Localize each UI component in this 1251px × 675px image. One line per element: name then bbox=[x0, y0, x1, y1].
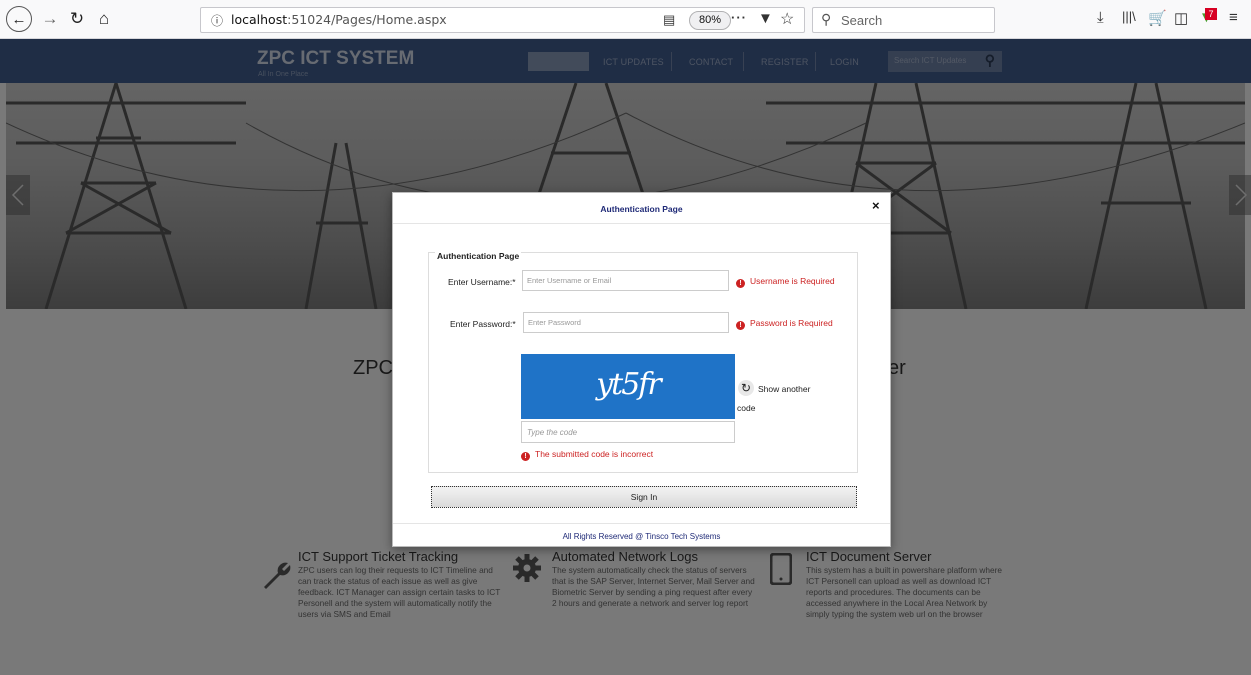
footer-text: All Rights Reserved @ Tinsco Tech System… bbox=[562, 532, 721, 541]
more-icon[interactable]: ··· bbox=[731, 10, 747, 25]
authentication-modal: Authentication Page × Authentication Pag… bbox=[392, 192, 891, 547]
cart-icon[interactable]: 🛒 bbox=[1148, 9, 1167, 27]
sidebar-icon[interactable]: ◫ bbox=[1174, 9, 1188, 27]
show-another-code-link[interactable]: Show another bbox=[758, 384, 810, 394]
address-bar[interactable]: ⓘ localhost:51024/Pages/Home.aspx ▤ 80% … bbox=[200, 7, 805, 33]
modal-footer: All Rights Reserved @ Tinsco Tech System… bbox=[393, 523, 890, 547]
username-error: ! Username is Required bbox=[736, 276, 835, 288]
zoom-level[interactable]: 80% bbox=[689, 11, 732, 30]
captcha-image: yt5fr bbox=[521, 354, 735, 419]
menu-icon[interactable]: ≡ bbox=[1229, 9, 1238, 26]
password-error-text: Password is Required bbox=[750, 318, 833, 328]
url-path: :51024/Pages/Home.aspx bbox=[287, 12, 447, 27]
refresh-icon[interactable]: ↻ bbox=[738, 380, 754, 396]
info-icon[interactable]: ⓘ bbox=[211, 12, 223, 29]
captcha-code-field[interactable]: Type the code bbox=[521, 421, 735, 443]
username-field[interactable]: Enter Username or Email bbox=[522, 270, 729, 291]
search-icon: ⚲ bbox=[821, 11, 832, 27]
reader-icon[interactable]: ▤ bbox=[663, 12, 675, 28]
url-host: localhost bbox=[231, 12, 288, 27]
modal-header: Authentication Page × bbox=[393, 193, 890, 224]
home-icon[interactable]: ⌂ bbox=[91, 6, 117, 32]
modal-title: Authentication Page bbox=[600, 204, 683, 214]
captcha-error: ! The submitted code is incorrect bbox=[521, 449, 653, 461]
download-icon[interactable]: ⤓ bbox=[1097, 9, 1104, 26]
browser-search-input[interactable]: ⚲ Search bbox=[812, 7, 995, 33]
url-text[interactable]: localhost:51024/Pages/Home.aspx bbox=[231, 12, 447, 27]
reload-icon[interactable]: ↻ bbox=[64, 6, 90, 32]
username-label: Enter Username:* bbox=[448, 277, 516, 287]
library-icon[interactable]: |||\ bbox=[1122, 9, 1136, 24]
password-label: Enter Password:* bbox=[450, 319, 516, 329]
back-icon[interactable]: ← bbox=[6, 6, 32, 32]
error-icon: ! bbox=[521, 452, 530, 461]
password-field[interactable]: Enter Password bbox=[523, 312, 729, 333]
bookmark-star-icon[interactable]: ☆ bbox=[780, 9, 794, 29]
search-placeholder: Search bbox=[841, 13, 883, 28]
error-icon: ! bbox=[736, 279, 745, 288]
captcha-error-text: The submitted code is incorrect bbox=[535, 449, 654, 459]
close-button[interactable]: × bbox=[872, 198, 880, 213]
password-error: ! Password is Required bbox=[736, 318, 833, 330]
fieldset-legend: Authentication Page bbox=[435, 251, 522, 261]
forward-icon[interactable]: → bbox=[37, 6, 63, 32]
show-another-code-link-2[interactable]: code bbox=[737, 403, 755, 413]
pocket-icon[interactable]: ▼ bbox=[758, 10, 773, 27]
error-icon: ! bbox=[736, 321, 745, 330]
username-error-text: Username is Required bbox=[750, 276, 835, 286]
browser-toolbar: ← → ↻ ⌂ ⓘ localhost:51024/Pages/Home.asp… bbox=[0, 0, 1251, 39]
addon-badge: 7 bbox=[1205, 8, 1217, 20]
sign-in-button[interactable]: Sign In bbox=[431, 486, 857, 508]
